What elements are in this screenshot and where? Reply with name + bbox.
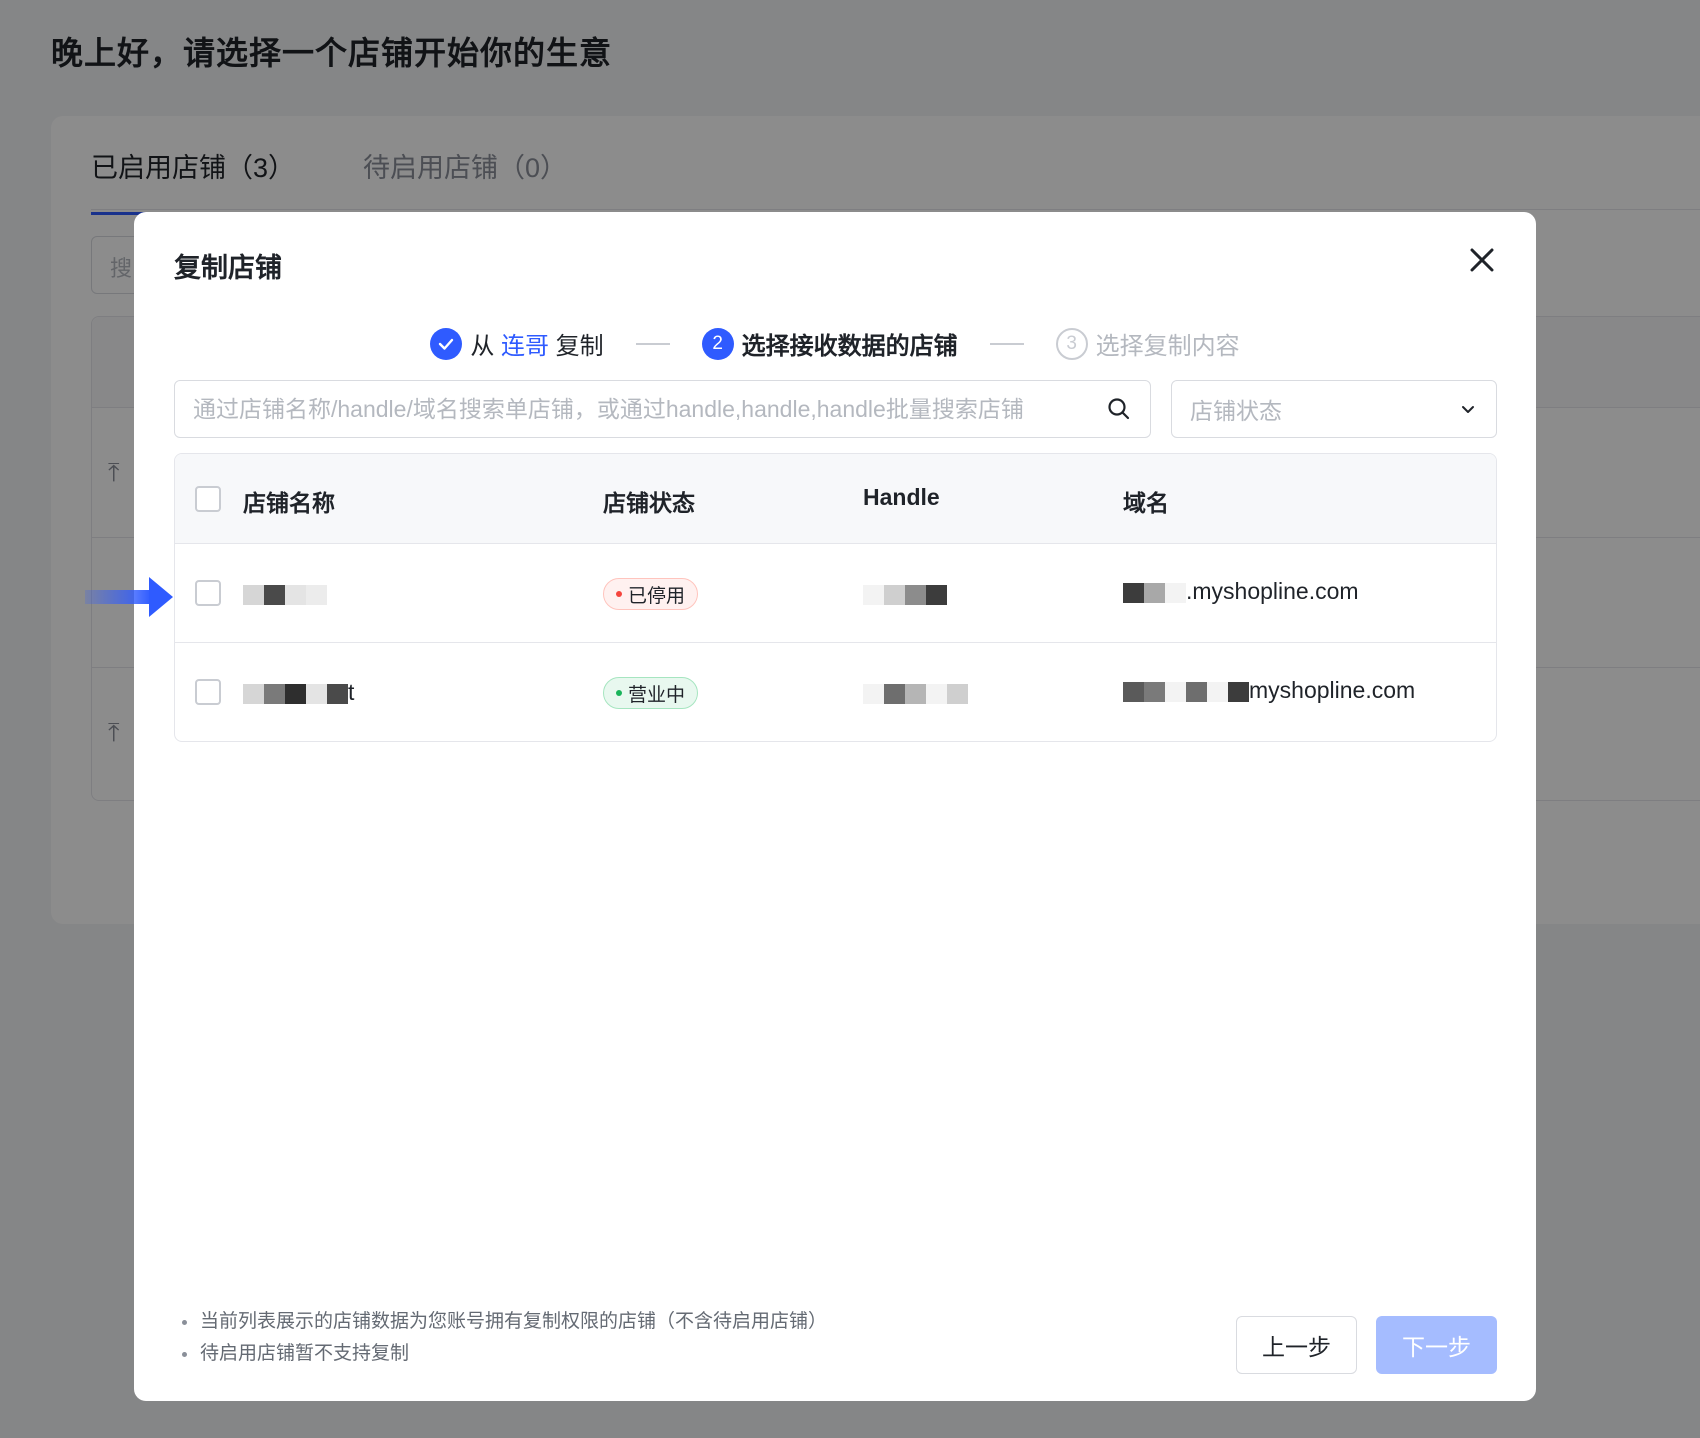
domain-suffix: myshopline.com	[1249, 677, 1416, 703]
store-table: 店铺名称 店铺状态 Handle 域名 已停用 .myshopline.com …	[174, 453, 1497, 742]
table-header: 店铺名称 店铺状态 Handle 域名	[175, 454, 1496, 544]
pointer-arrow-icon	[85, 577, 173, 617]
step-3: 3 选择复制内容	[1055, 326, 1240, 361]
step-2: 2 选择接收数据的店铺	[701, 326, 958, 361]
step-separator	[635, 342, 670, 345]
domain-cell: myshopline.com	[1123, 677, 1415, 704]
step-1: 从 连哥 复制	[430, 326, 604, 361]
table-row[interactable]: 已停用 .myshopline.com	[175, 544, 1496, 643]
step-1-label: 从 连哥 复制	[470, 326, 603, 361]
handle-cell	[863, 679, 968, 706]
redacted-store-name	[243, 683, 348, 704]
status-dot	[616, 690, 622, 696]
store-search-field[interactable]	[174, 380, 1151, 438]
column-header-domain: 域名	[1123, 490, 1169, 516]
check-icon	[430, 327, 463, 360]
next-step-button[interactable]: 下一步	[1376, 1316, 1497, 1374]
note-item: 当前列表展示的店铺数据为您账号拥有复制权限的店铺（不含待启用店铺）	[182, 1306, 827, 1338]
status-select-placeholder: 店铺状态	[1190, 398, 1282, 424]
store-search-input[interactable]	[193, 395, 1106, 423]
step-1-suffix: 复制	[555, 333, 604, 360]
row-checkbox[interactable]	[195, 580, 221, 606]
chevron-down-icon	[1462, 406, 1474, 413]
domain-suffix: .myshopline.com	[1186, 578, 1359, 604]
status-badge: 营业中	[603, 677, 699, 709]
step-3-label: 选择复制内容	[1095, 333, 1240, 360]
notes-list: 当前列表展示的店铺数据为您账号拥有复制权限的店铺（不含待启用店铺） 待启用店铺暂…	[182, 1306, 827, 1370]
column-header-handle: Handle	[863, 484, 940, 510]
modal-title: 复制店铺	[174, 253, 282, 283]
status-label: 已停用	[628, 585, 686, 607]
redacted-handle	[863, 584, 947, 605]
status-badge: 已停用	[603, 578, 699, 610]
row-checkbox[interactable]	[195, 679, 221, 705]
column-header-name: 店铺名称	[243, 490, 335, 516]
store-name-suffix: t	[348, 679, 355, 705]
step-1-prefix: 从	[470, 333, 495, 360]
table-row[interactable]: t 营业中 myshopline.com	[175, 643, 1496, 741]
redacted-store-name	[243, 584, 327, 605]
source-store-name: 连哥	[501, 333, 549, 360]
search-icon[interactable]	[1106, 396, 1132, 422]
step-2-number: 2	[701, 327, 734, 360]
column-header-status: 店铺状态	[603, 490, 695, 516]
step-indicator: 从 连哥 复制 2 选择接收数据的店铺 3 选择复制内容	[134, 326, 1536, 361]
redacted-domain	[1123, 681, 1249, 702]
note-item: 待启用店铺暂不支持复制	[182, 1338, 827, 1370]
domain-cell: .myshopline.com	[1123, 578, 1359, 605]
redacted-handle	[863, 683, 968, 704]
close-icon[interactable]	[1464, 242, 1500, 278]
status-label: 营业中	[628, 684, 686, 706]
copy-store-modal: 复制店铺 从 连哥 复制 2 选择接收数据的店铺 3 选择复制内容 通过店铺名称…	[134, 212, 1536, 1401]
step-separator	[989, 342, 1024, 345]
redacted-domain	[1123, 582, 1186, 603]
previous-step-button[interactable]: 上一步	[1236, 1316, 1357, 1374]
step-3-number: 3	[1055, 327, 1088, 360]
store-name-cell	[243, 580, 327, 607]
store-name-cell: t	[243, 679, 354, 706]
step-2-label: 选择接收数据的店铺	[741, 333, 958, 360]
store-status-select[interactable]: 店铺状态	[1171, 380, 1497, 438]
status-dot	[616, 591, 622, 597]
select-all-checkbox[interactable]	[195, 486, 221, 512]
handle-cell	[863, 580, 947, 607]
